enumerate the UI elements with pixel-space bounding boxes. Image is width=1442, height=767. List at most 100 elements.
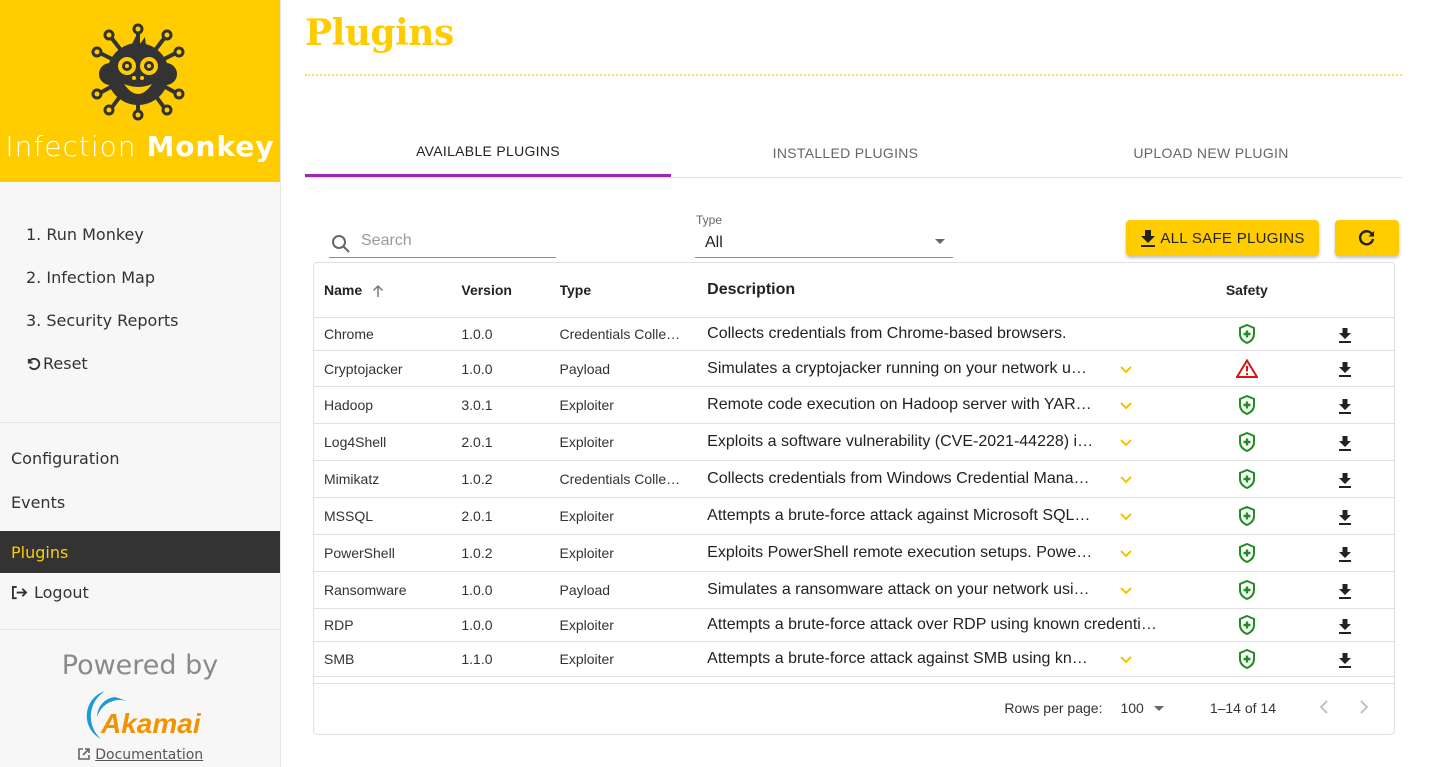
cell-safety — [1198, 358, 1296, 378]
table-row[interactable]: Cryptojacker 1.0.0 Payload Simulates a c… — [314, 351, 1394, 387]
nav-label: Configuration — [11, 449, 120, 468]
brand-header[interactable]: Infection Monkey — [0, 0, 280, 182]
shield-safe-icon — [1238, 648, 1255, 670]
akamai-wordmark: Akamai — [100, 708, 202, 739]
cell-type: Payload — [559, 582, 611, 598]
refresh-button[interactable] — [1335, 220, 1399, 256]
cell-name: Mimikatz — [324, 471, 380, 487]
table-row[interactable]: MSSQL 2.0.1 Exploiter Attempts a brute-f… — [314, 498, 1394, 535]
tab-installed-plugins[interactable]: INSTALLED PLUGINS — [671, 128, 1020, 177]
chevron-down-icon[interactable] — [1119, 549, 1133, 559]
chevron-down-icon[interactable] — [1119, 365, 1133, 375]
download-plugin-button[interactable] — [1296, 507, 1394, 525]
download-plugin-button[interactable] — [1296, 616, 1394, 634]
rows-per-page-select[interactable]: 100 — [1120, 700, 1164, 716]
table-row[interactable]: Chrome 1.0.0 Credentials Colle… Collects… — [314, 318, 1394, 351]
cell-description: Simulates a ransomware attack on your ne… — [707, 581, 1090, 598]
table-row[interactable]: Log4Shell 2.0.1 Exploiter Exploits a sof… — [314, 424, 1394, 461]
next-page-button[interactable] — [1344, 698, 1384, 719]
cell-name: PowerShell — [324, 545, 395, 561]
download-plugin-button[interactable] — [1296, 470, 1394, 488]
table-row[interactable]: RDP 1.0.0 Exploiter Attempts a brute-for… — [314, 609, 1394, 642]
table-body: Chrome 1.0.0 Credentials Colle… Collects… — [314, 318, 1394, 677]
nav-logout[interactable]: Logout — [0, 573, 280, 613]
download-plugin-button[interactable] — [1296, 581, 1394, 599]
search-input[interactable] — [361, 232, 551, 250]
cell-expand[interactable] — [1119, 651, 1198, 667]
cell-safety — [1198, 648, 1296, 670]
sort-ascending-icon[interactable] — [372, 284, 384, 298]
cell-expand[interactable] — [1119, 361, 1198, 377]
chevron-down-icon[interactable] — [1119, 438, 1133, 448]
cell-version: 1.0.2 — [461, 471, 493, 487]
akamai-logo-icon[interactable]: Akamai — [75, 687, 205, 743]
download-all-safe-label: ALL SAFE PLUGINS — [1160, 229, 1305, 247]
cell-safety — [1198, 579, 1296, 601]
pagination-range: 1–14 of 14 — [1209, 700, 1276, 716]
nav-plugins[interactable]: Plugins — [0, 531, 280, 573]
main-content: Plugins AVAILABLE PLUGINS INSTALLED PLUG… — [305, 0, 1402, 735]
chevron-down-icon[interactable] — [1119, 401, 1133, 411]
cell-expand[interactable] — [1119, 471, 1198, 487]
cell-expand[interactable] — [1119, 508, 1198, 524]
cell-version: 1.0.0 — [461, 326, 493, 342]
type-filter-label: Type — [696, 213, 723, 227]
table-row[interactable]: Ransomware 1.0.0 Payload Simulates a ran… — [314, 572, 1394, 609]
documentation-link[interactable]: Documentation — [0, 747, 280, 763]
download-icon — [1338, 435, 1351, 451]
download-icon — [1338, 652, 1351, 668]
nav-label: Logout — [34, 583, 89, 602]
nav-security-reports[interactable]: 3. Security Reports — [0, 308, 280, 351]
download-plugin-button[interactable] — [1296, 650, 1394, 668]
chevron-down-icon[interactable] — [1119, 586, 1133, 596]
nav-label: 3. Security Reports — [26, 311, 179, 330]
cell-name: Chrome — [324, 326, 374, 342]
nav-reset[interactable]: Reset — [0, 351, 280, 394]
table-row[interactable]: SMB 1.1.0 Exploiter Attempts a brute-for… — [314, 642, 1394, 677]
cell-name: Cryptojacker — [324, 360, 403, 377]
cell-version: 1.1.0 — [461, 651, 493, 667]
download-icon — [1338, 546, 1351, 562]
nav-configuration[interactable]: Configuration — [0, 443, 280, 487]
cell-version: 1.0.0 — [461, 582, 493, 598]
column-header-version[interactable]: Version — [461, 282, 559, 298]
chevron-down-icon[interactable] — [1119, 512, 1133, 522]
tab-available-plugins[interactable]: AVAILABLE PLUGINS — [305, 128, 671, 177]
download-plugin-button[interactable] — [1296, 433, 1394, 451]
column-header-description[interactable]: Description — [707, 281, 1119, 299]
cell-expand[interactable] — [1119, 582, 1198, 598]
nav-label: 2. Infection Map — [26, 268, 155, 287]
download-plugin-button[interactable] — [1296, 360, 1394, 378]
nav-label: Plugins — [11, 543, 69, 562]
cell-expand[interactable] — [1119, 545, 1198, 561]
column-header-type[interactable]: Type — [560, 282, 708, 298]
tab-upload-new-plugin[interactable]: UPLOAD NEW PLUGIN — [1020, 128, 1402, 177]
chevron-down-icon[interactable] — [1119, 655, 1133, 665]
download-all-safe-plugins-button[interactable]: ALL SAFE PLUGINS — [1126, 220, 1319, 256]
download-plugin-button[interactable] — [1296, 396, 1394, 414]
cell-expand[interactable] — [1119, 434, 1198, 450]
nav-infection-map[interactable]: 2. Infection Map — [0, 265, 280, 308]
table-row[interactable]: Hadoop 3.0.1 Exploiter Remote code execu… — [314, 387, 1394, 424]
table-row[interactable]: PowerShell 1.0.2 Exploiter Exploits Powe… — [314, 535, 1394, 572]
type-filter-select[interactable]: Type All — [695, 213, 953, 258]
chevron-down-icon[interactable] — [1119, 475, 1133, 485]
download-plugin-button[interactable] — [1296, 325, 1394, 343]
cell-name: RDP — [324, 617, 354, 633]
previous-page-button[interactable] — [1304, 698, 1344, 719]
cell-type: Exploiter — [559, 545, 614, 561]
column-header-name[interactable]: Name — [314, 282, 461, 298]
cell-expand[interactable] — [1119, 397, 1198, 413]
nav-run-monkey[interactable]: 1. Run Monkey — [0, 222, 280, 265]
cell-safety — [1198, 468, 1296, 490]
shield-safe-icon — [1238, 431, 1255, 453]
search-field[interactable] — [329, 230, 556, 258]
nav-events[interactable]: Events — [0, 487, 280, 531]
monkey-virus-logo-icon — [91, 23, 185, 121]
cell-name: Hadoop — [324, 397, 374, 413]
table-row[interactable]: Mimikatz 1.0.2 Credentials Colle… Collec… — [314, 461, 1394, 498]
column-header-safety[interactable]: Safety — [1198, 282, 1296, 298]
download-plugin-button[interactable] — [1296, 544, 1394, 562]
cell-description: Exploits a software vulnerability (CVE-2… — [707, 433, 1094, 450]
sidebar-divider — [0, 629, 280, 630]
